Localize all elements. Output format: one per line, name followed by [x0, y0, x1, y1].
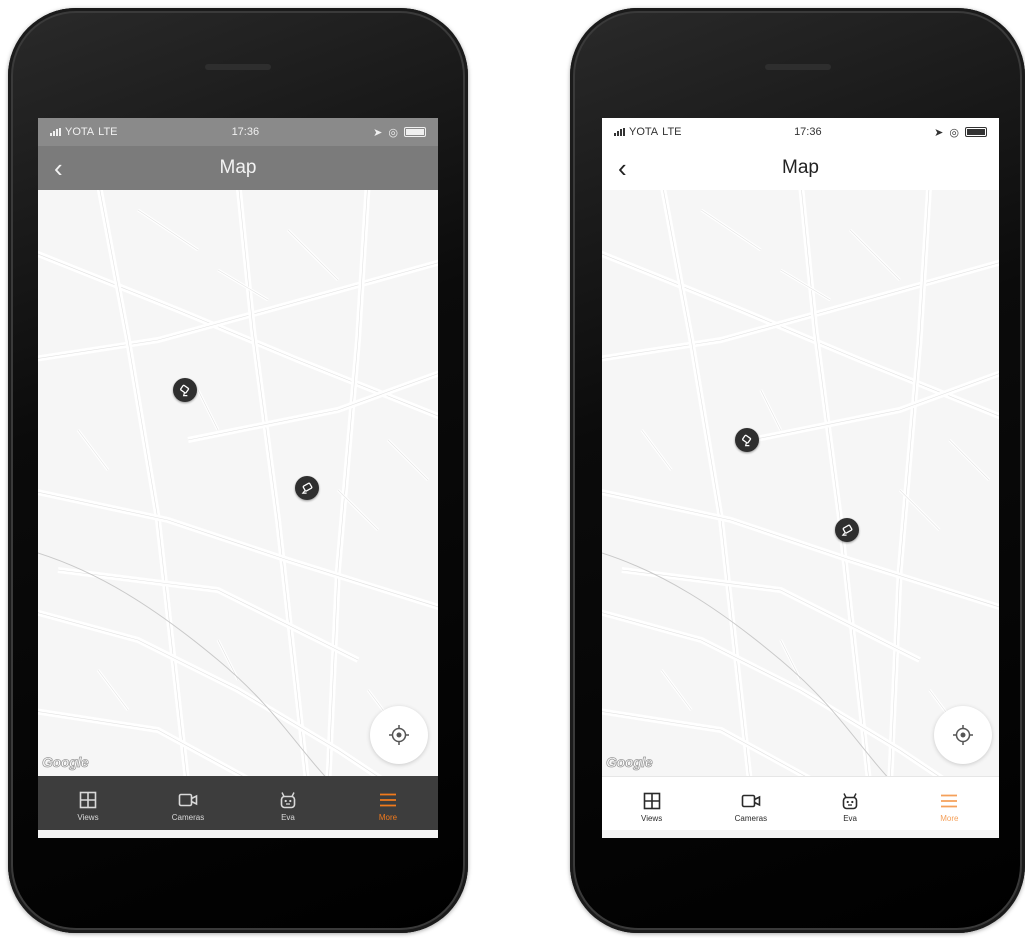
tab-label: Views — [641, 814, 663, 823]
video-camera-icon — [178, 793, 198, 807]
tab-label: Eva — [281, 813, 295, 822]
tab-bar: Views Cameras Eva More — [38, 776, 438, 830]
camera-icon — [301, 482, 312, 494]
map-view[interactable]: Google — [38, 190, 438, 776]
tab-eva[interactable]: Eva — [815, 791, 885, 823]
road-edge — [57, 569, 359, 661]
menu-icon — [941, 794, 958, 808]
tab-label: Views — [77, 813, 99, 822]
earpiece-speaker — [205, 64, 271, 70]
back-button[interactable]: ‹ — [54, 154, 63, 182]
grid-icon — [79, 791, 97, 809]
tab-eva[interactable]: Eva — [253, 790, 323, 822]
tab-more[interactable]: More — [353, 790, 423, 822]
road — [750, 370, 999, 443]
phone-light-theme: YOTA LTE 17:36 ➤ ◎ ‹ Map Google Views Ca… — [570, 8, 1025, 933]
robot-icon — [280, 792, 296, 809]
back-button[interactable]: ‹ — [618, 154, 627, 182]
carrier-label: YOTA — [65, 126, 95, 138]
network-label: LTE — [662, 126, 682, 138]
tab-label: Eva — [843, 814, 858, 823]
camera-pin[interactable] — [835, 518, 859, 542]
screen: YOTA LTE 17:36 ➤ ◎ ‹ Map Google Views Ca… — [38, 118, 438, 838]
signal-icon — [50, 128, 61, 136]
crosshair-icon — [953, 725, 973, 745]
tab-cameras[interactable]: Cameras — [716, 791, 786, 823]
road — [602, 489, 999, 611]
map-roads — [38, 190, 438, 776]
road — [621, 567, 921, 663]
location-arrow-icon: ➤ — [934, 126, 944, 139]
camera-pin[interactable] — [735, 428, 759, 452]
screen: YOTA LTE 17:36 ➤ ◎ ‹ Map Google Views Ca… — [602, 118, 999, 838]
signal-icon — [614, 128, 625, 136]
battery-icon — [964, 127, 987, 137]
map-roads — [602, 190, 999, 776]
tab-label: More — [378, 813, 398, 822]
road-edge — [661, 639, 960, 731]
earpiece-speaker — [764, 64, 831, 70]
battery-icon — [403, 127, 426, 137]
tab-label: More — [940, 814, 959, 823]
map-view[interactable]: Google — [602, 190, 999, 776]
road — [137, 208, 340, 302]
page-title: Map — [782, 157, 819, 178]
road — [660, 639, 961, 731]
robot-icon — [842, 793, 858, 810]
status-bar: YOTA LTE 17:36 ➤ ◎ — [602, 118, 999, 146]
camera-icon — [841, 524, 852, 536]
location-arrow-icon: ➤ — [373, 126, 383, 139]
tab-views[interactable]: Views — [617, 791, 687, 823]
camera-icon — [179, 384, 189, 396]
road — [57, 567, 360, 663]
tab-cameras[interactable]: Cameras — [153, 790, 223, 822]
nav-bar: ‹ Map — [602, 146, 999, 190]
my-location-button[interactable] — [370, 706, 428, 764]
status-bar: YOTA LTE 17:36 ➤ ◎ — [38, 118, 438, 146]
network-label: LTE — [98, 126, 118, 138]
tab-more[interactable]: More — [914, 791, 984, 823]
camera-icon — [741, 434, 751, 446]
road — [38, 609, 383, 776]
road — [96, 639, 400, 731]
road — [700, 208, 901, 302]
camera-pin[interactable] — [295, 476, 319, 500]
tab-bar: Views Cameras Eva More — [602, 776, 999, 830]
road-edge — [97, 639, 399, 731]
alarm-icon: ◎ — [949, 126, 959, 139]
phone-dark-theme: YOTA LTE 17:36 ➤ ◎ ‹ Map Google Views Ca… — [8, 8, 468, 933]
google-attribution: Google — [42, 754, 90, 771]
camera-pin[interactable] — [173, 378, 197, 402]
menu-icon — [380, 793, 396, 807]
tab-views[interactable]: Views — [53, 790, 123, 822]
clock: 17:36 — [231, 126, 260, 138]
grid-icon — [643, 792, 660, 810]
road — [187, 370, 438, 443]
road-edge — [137, 209, 339, 301]
video-camera-icon — [741, 794, 761, 808]
page-title: Map — [219, 157, 257, 178]
road-edge — [701, 209, 900, 301]
road — [602, 609, 944, 776]
crosshair-icon — [389, 725, 409, 745]
google-attribution: Google — [606, 754, 654, 771]
alarm-icon: ◎ — [388, 126, 398, 139]
tab-label: Cameras — [734, 814, 768, 823]
clock: 17:36 — [794, 126, 822, 138]
tab-label: Cameras — [171, 813, 205, 822]
nav-bar: ‹ Map — [38, 146, 438, 190]
road-edge — [621, 569, 920, 661]
carrier-label: YOTA — [629, 126, 659, 138]
my-location-button[interactable] — [934, 706, 992, 764]
road — [38, 489, 438, 611]
